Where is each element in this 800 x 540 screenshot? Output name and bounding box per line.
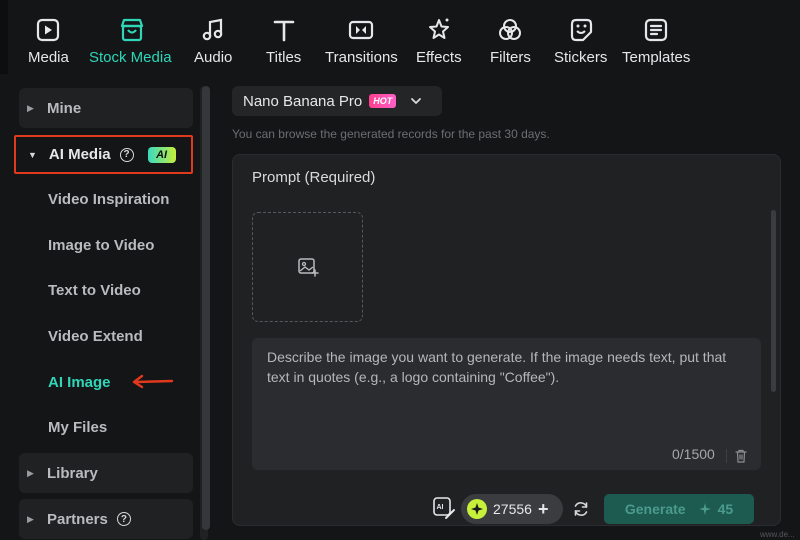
model-name: Nano Banana Pro bbox=[243, 92, 363, 110]
chevron-down-icon bbox=[411, 98, 422, 104]
tab-stock-media-label: Stock Media bbox=[89, 49, 172, 66]
sidebar-group-library[interactable]: ▶ Library bbox=[19, 453, 193, 493]
sidebar-group-partners[interactable]: ▶ Partners ? bbox=[19, 499, 193, 539]
svg-text:AI: AI bbox=[437, 504, 444, 511]
prompt-title: Prompt (Required) bbox=[252, 169, 376, 186]
sidebar-group-partners-label: Partners bbox=[47, 510, 108, 528]
filters-icon bbox=[496, 16, 524, 44]
help-icon[interactable]: ? bbox=[116, 512, 131, 526]
text-t-icon bbox=[270, 16, 298, 44]
tab-stock-media[interactable]: Stock Media bbox=[89, 0, 172, 74]
tab-transitions[interactable]: Transitions bbox=[325, 0, 398, 74]
model-select[interactable]: Nano Banana Pro HOT bbox=[232, 86, 442, 116]
sidebar-item-video-extend[interactable]: Video Extend bbox=[48, 328, 143, 345]
tab-media[interactable]: Media bbox=[28, 0, 69, 74]
caret-down-icon: ▼ bbox=[28, 149, 37, 160]
caret-right-icon: ▶ bbox=[27, 467, 34, 478]
tab-titles[interactable]: Titles bbox=[266, 0, 301, 74]
stock-media-icon bbox=[118, 16, 146, 44]
caret-right-icon: ▶ bbox=[27, 513, 34, 524]
tab-filters-label: Filters bbox=[490, 49, 531, 66]
transitions-icon bbox=[347, 16, 375, 44]
window-edge bbox=[0, 0, 8, 74]
annotation-arrow-icon bbox=[132, 374, 174, 389]
tab-templates[interactable]: Templates bbox=[622, 0, 690, 74]
sidebar-group-mine[interactable]: ▶ Mine bbox=[19, 88, 193, 128]
sparkle-icon bbox=[698, 503, 711, 515]
effects-star-icon bbox=[425, 16, 453, 44]
tab-effects-label: Effects bbox=[416, 49, 462, 66]
tab-audio-label: Audio bbox=[194, 49, 233, 66]
tab-transitions-label: Transitions bbox=[325, 49, 398, 66]
trash-icon[interactable] bbox=[735, 449, 747, 463]
add-image-icon bbox=[297, 258, 319, 277]
sidebar-item-text-to-video[interactable]: Text to Video bbox=[48, 282, 141, 299]
tab-stickers[interactable]: Stickers bbox=[554, 0, 607, 74]
history-hint: You can browse the generated records for… bbox=[232, 127, 550, 141]
help-icon[interactable]: ? bbox=[119, 147, 134, 162]
caret-right-icon: ▶ bbox=[27, 102, 34, 113]
music-note-icon bbox=[199, 16, 227, 44]
tab-audio[interactable]: Audio bbox=[194, 0, 232, 74]
sidebar-group-mine-label: Mine bbox=[47, 99, 82, 117]
tab-filters[interactable]: Filters bbox=[490, 0, 531, 74]
sidebar-item-ai-image[interactable]: AI Image bbox=[48, 374, 111, 391]
tab-effects[interactable]: Effects bbox=[416, 0, 462, 74]
divider bbox=[726, 449, 727, 463]
sticker-icon bbox=[567, 16, 595, 44]
credits-balance[interactable]: 27556 + bbox=[461, 494, 563, 524]
sidebar-scrollbar-thumb[interactable] bbox=[202, 86, 210, 530]
media-icon bbox=[34, 16, 62, 44]
credits-value: 27556 bbox=[493, 501, 532, 517]
ai-badge: AI bbox=[147, 146, 176, 163]
sidebar-item-image-to-video[interactable]: Image to Video bbox=[48, 237, 154, 254]
generate-button[interactable]: Generate 45 bbox=[604, 494, 754, 524]
watermark: www.de... bbox=[760, 530, 795, 539]
refresh-icon[interactable] bbox=[572, 500, 590, 518]
image-upload-area[interactable] bbox=[252, 212, 363, 322]
tab-titles-label: Titles bbox=[266, 49, 302, 66]
tab-templates-label: Templates bbox=[622, 49, 691, 66]
tab-stickers-label: Stickers bbox=[554, 49, 608, 66]
prompt-scrollbar[interactable] bbox=[771, 210, 776, 392]
generate-label: Generate bbox=[624, 501, 686, 517]
top-toolbar: Media Stock Media Audio Titles Transitio… bbox=[0, 0, 800, 74]
sidebar-group-ai-media-label: AI Media bbox=[48, 146, 111, 163]
generate-cost: 45 bbox=[717, 501, 734, 517]
sidebar-item-video-inspiration[interactable]: Video Inspiration bbox=[48, 191, 169, 208]
credit-coin-icon bbox=[467, 499, 487, 519]
char-counter: 0/1500 bbox=[672, 446, 715, 462]
prompt-placeholder: Describe the image you want to generate.… bbox=[267, 349, 727, 385]
add-credits-icon[interactable]: + bbox=[538, 500, 549, 518]
hot-badge: HOT bbox=[369, 94, 397, 108]
sidebar-item-my-files[interactable]: My Files bbox=[48, 419, 107, 436]
tab-media-label: Media bbox=[28, 49, 69, 66]
ai-image-tool-icon[interactable]: AI bbox=[432, 496, 456, 520]
sidebar-group-ai-media[interactable]: ▼ AI Media ? AI bbox=[14, 135, 193, 174]
sidebar-group-library-label: Library bbox=[47, 464, 98, 482]
templates-icon bbox=[642, 16, 670, 44]
